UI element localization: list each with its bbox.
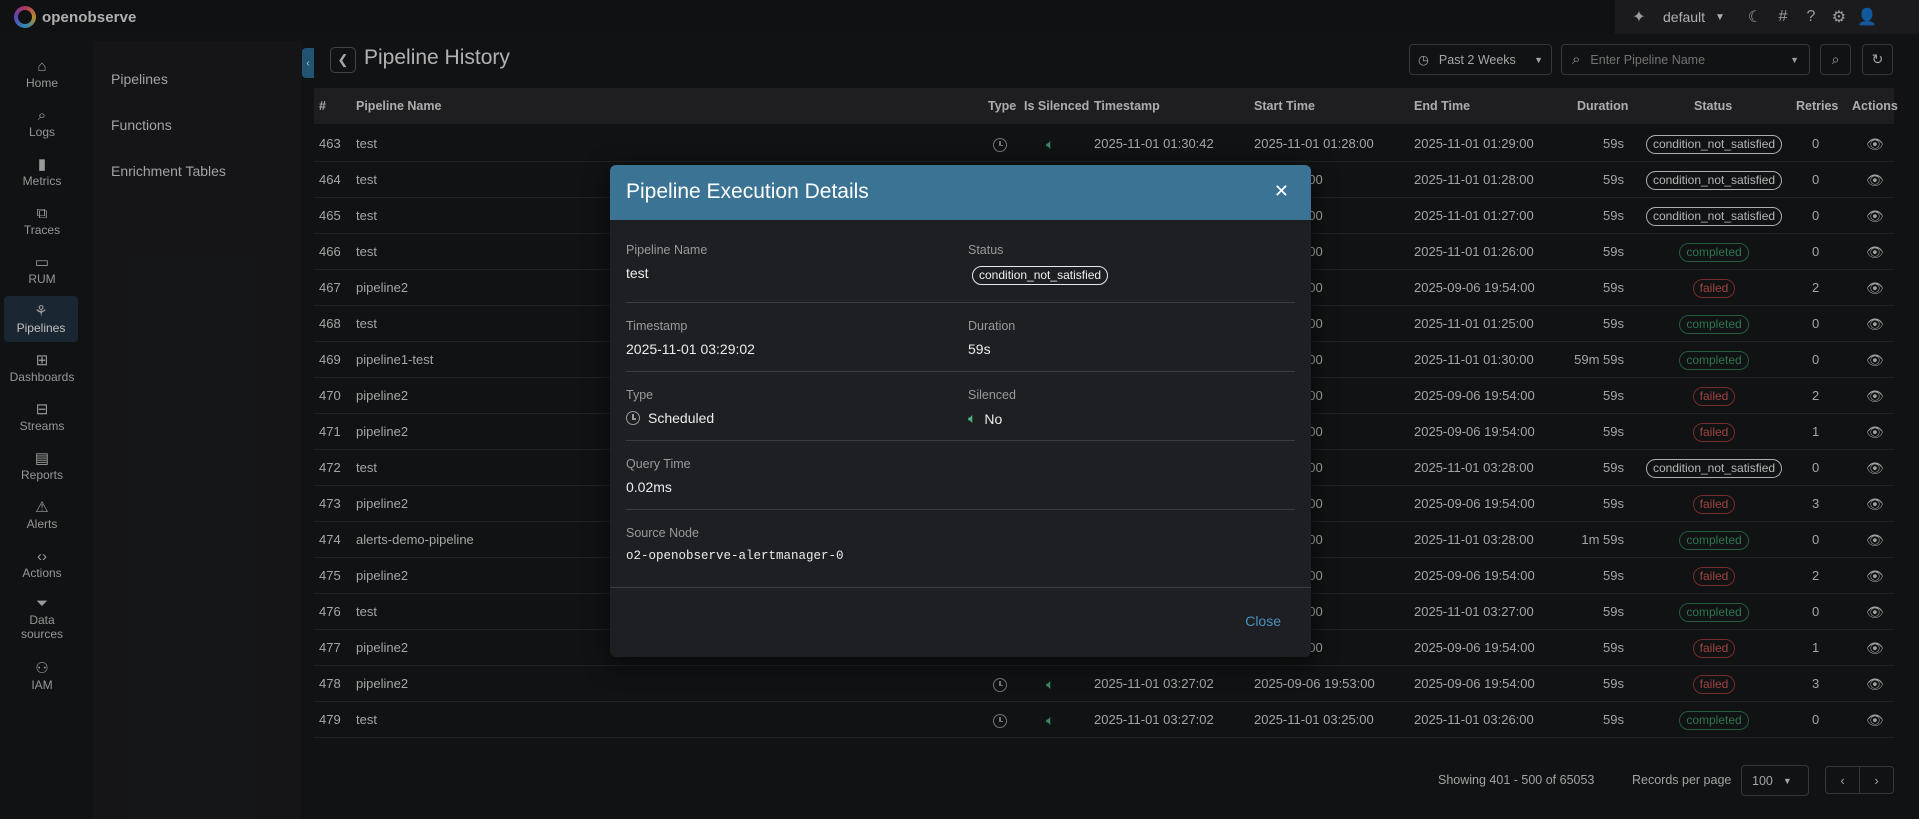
status-badge: condition_not_satisfied — [972, 266, 1109, 285]
duration-label: Duration — [968, 319, 1016, 333]
divider — [626, 440, 1295, 441]
close-button[interactable]: Close — [1245, 613, 1281, 629]
type-label: Type — [626, 388, 654, 402]
pipeline-execution-details-dialog: Pipeline Execution Details ✕ Pipeline Na… — [610, 165, 1311, 657]
pipeline-name-value: test — [626, 265, 649, 281]
type-value: Scheduled — [626, 410, 714, 426]
dialog-title: Pipeline Execution Details — [626, 180, 869, 203]
dialog-footer-divider — [610, 587, 1311, 588]
divider — [626, 509, 1295, 510]
silenced-value: 🔈︎ No — [968, 410, 1002, 427]
query-time-label: Query Time — [626, 457, 691, 471]
status-value: condition_not_satisfied — [972, 266, 1109, 285]
clock-icon — [626, 411, 640, 425]
dialog-header: Pipeline Execution Details ✕ — [610, 165, 1311, 220]
silenced-label: Silenced — [968, 388, 1016, 402]
source-node-value: o2-openobserve-alertmanager-0 — [626, 549, 844, 563]
query-time-value: 0.02ms — [626, 479, 672, 495]
timestamp-label: Timestamp — [626, 319, 688, 333]
divider — [626, 371, 1295, 372]
status-label: Status — [968, 243, 1004, 257]
close-icon[interactable]: ✕ — [1274, 181, 1289, 202]
duration-value: 59s — [968, 341, 991, 357]
silenced-text: No — [984, 410, 1003, 427]
divider — [626, 302, 1295, 303]
pipeline-name-label: Pipeline Name — [626, 243, 708, 257]
source-node-label: Source Node — [626, 526, 699, 540]
timestamp-value: 2025-11-01 03:29:02 — [626, 341, 755, 357]
speaker-icon: 🔈︎ — [968, 410, 977, 426]
type-text: Scheduled — [648, 410, 715, 426]
